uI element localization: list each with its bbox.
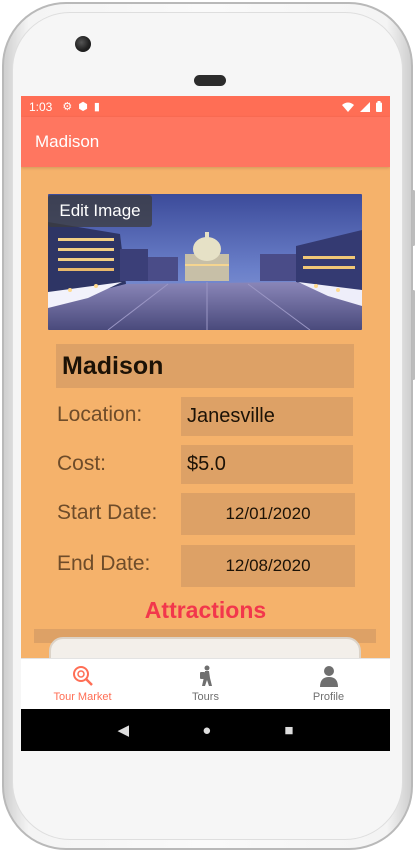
- end-date-field[interactable]: 12/08/2020: [181, 545, 355, 587]
- sd-card-icon: ▮: [93, 101, 100, 113]
- cost-label: Cost:: [57, 452, 107, 475]
- end-date-label: End Date:: [57, 552, 151, 575]
- power-button: [412, 190, 415, 246]
- app-screen: 1:03 ⚙ ⬢ ▮ Madison Edit Image Madison Lo…: [21, 96, 390, 751]
- status-bar: 1:03 ⚙ ⬢ ▮: [21, 96, 390, 117]
- location-label: Location:: [57, 403, 143, 426]
- back-icon[interactable]: ◀: [118, 721, 130, 739]
- home-icon[interactable]: ●: [202, 722, 211, 739]
- system-navigation-bar: ◀ ● ■: [21, 709, 390, 751]
- location-field[interactable]: Janesville: [181, 397, 353, 436]
- wifi-icon: [342, 102, 354, 112]
- signal-icon: [360, 101, 370, 112]
- status-time: 1:03: [29, 99, 53, 114]
- nav-tour-market[interactable]: Tour Market: [21, 659, 144, 709]
- nav-label: Tour Market: [53, 691, 112, 703]
- nav-tours[interactable]: Tours: [144, 659, 267, 709]
- tour-name-field[interactable]: Madison: [56, 344, 354, 388]
- nav-profile[interactable]: Profile: [267, 659, 390, 709]
- start-date-field[interactable]: 12/01/2020: [181, 493, 355, 535]
- volume-button: [412, 290, 415, 380]
- edit-image-button[interactable]: Edit Image: [48, 195, 152, 227]
- app-bar-title: Madison: [35, 132, 100, 151]
- battery-icon: [376, 101, 382, 112]
- attraction-card[interactable]: [49, 637, 361, 658]
- shield-icon: ⬢: [78, 101, 88, 113]
- search-map-icon: [72, 666, 93, 686]
- app-bar: Madison: [21, 117, 390, 167]
- hiker-icon: [199, 665, 212, 686]
- start-date-label: Start Date:: [57, 501, 158, 524]
- attractions-heading: Attractions: [144, 597, 267, 623]
- front-camera: [75, 36, 91, 52]
- cost-field[interactable]: $5.0: [181, 445, 353, 484]
- nav-label: Profile: [312, 691, 345, 703]
- person-icon: [319, 666, 338, 687]
- earpiece-speaker: [194, 75, 226, 86]
- nav-label: Tours: [192, 691, 219, 703]
- tour-detail-content[interactable]: Edit Image Madison Location: Janesville …: [21, 167, 390, 658]
- gear-icon: ⚙: [62, 101, 73, 113]
- bottom-navigation: Tour Market Tours Profile: [21, 658, 390, 709]
- recents-icon[interactable]: ■: [284, 722, 293, 739]
